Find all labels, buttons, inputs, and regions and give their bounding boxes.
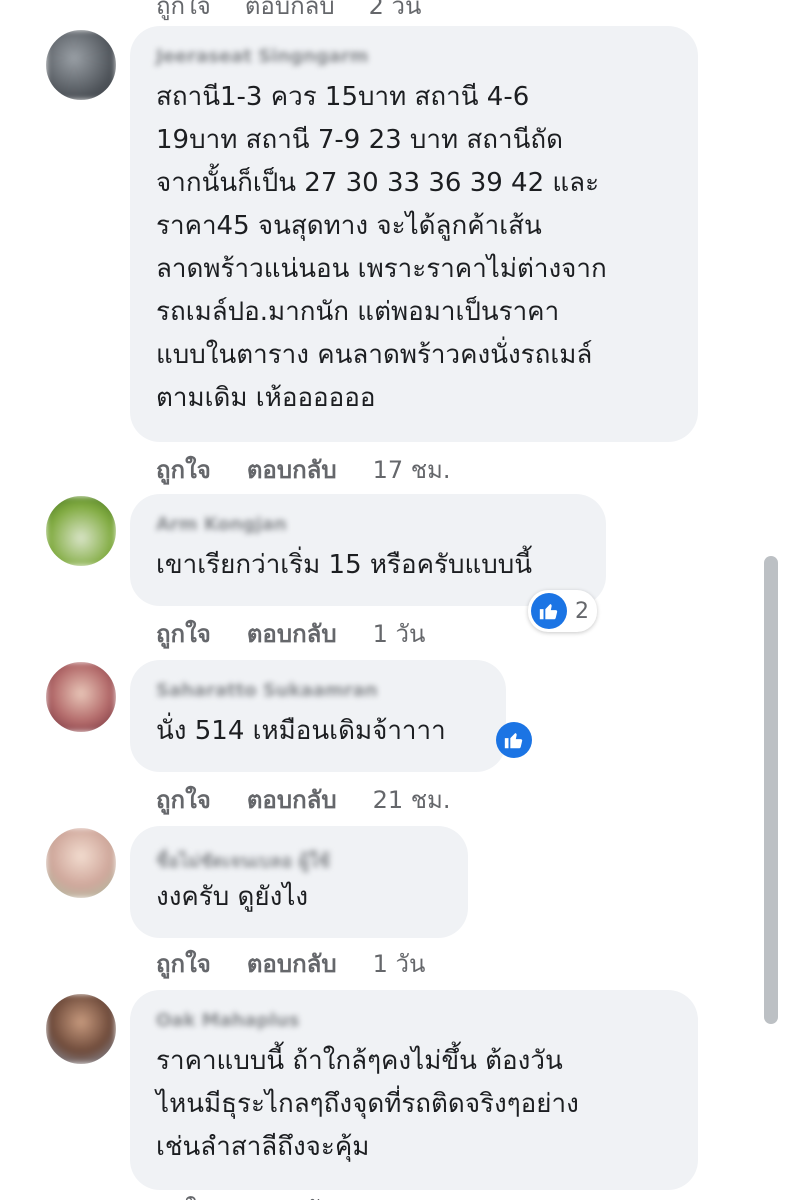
comment-bubble: Jeeraseat Singngarm สถานี1-3 ควร 15บาท ส…	[130, 26, 698, 442]
like-link[interactable]: ถูกใจ	[156, 1190, 211, 1200]
comment-time[interactable]: 1 วัน	[373, 614, 426, 653]
comment-time: 2 วัน	[368, 0, 422, 20]
comment-text: สถานี1-3 ควร 15บาท สถานี 4-6 19บาท สถานี…	[156, 76, 672, 420]
scrollbar-thumb[interactable]	[764, 556, 778, 1024]
comment-time[interactable]: 21 ชม.	[373, 780, 451, 819]
thumbs-up-icon	[496, 722, 532, 758]
like-link[interactable]: ถูกใจ	[156, 0, 211, 20]
avatar[interactable]	[46, 496, 116, 566]
comment-author[interactable]: Arm Kongjan	[156, 514, 580, 536]
like-link[interactable]: ถูกใจ	[156, 614, 211, 653]
reaction-summary[interactable]: 2	[528, 590, 597, 632]
comment-bubble: ชื่อไม่ชัดเจนเบลอ ผู้ใช้ งงครับ ดูยังไง	[130, 826, 468, 938]
avatar[interactable]	[46, 994, 116, 1064]
comment-text-line: แบบในตาราง คนลาดพร้าวคงนั่งรถเมล์	[156, 340, 593, 370]
comment-text: ราคาแบบนี้ ถ้าใกล้ๆคงไม่ขึ้น ต้องวัน ไหน…	[156, 1040, 672, 1169]
comment-text-line: ราคาแบบนี้ ถ้าใกล้ๆคงไม่ขึ้น ต้องวัน	[156, 1046, 563, 1076]
comment-text-line: งงครับ ดูยังไง	[156, 882, 309, 912]
comment-actions: ถูกใจ ตอบกลับ 17 ชม.	[156, 450, 450, 489]
comment-text-line: เขาเรียกว่าเริ่ม 15 หรือครับแบบนี้	[156, 550, 533, 580]
thumbs-up-icon	[531, 593, 567, 629]
comment-text-line: เช่นลำสาลีถึงจะคุ้ม	[156, 1132, 370, 1162]
top-partial-actions: ถูกใจ ตอบกลับ 2 วัน	[156, 0, 422, 20]
comment-text: นั่ง 514 เหมือนเดิมจ้าาาา	[156, 710, 480, 753]
comment-time[interactable]: 17 ชม.	[373, 450, 451, 489]
reply-link[interactable]: ตอบกลับ	[247, 944, 337, 983]
like-link[interactable]: ถูกใจ	[156, 780, 211, 819]
reaction-summary[interactable]	[496, 722, 532, 758]
reply-link[interactable]: ตอบกลับ	[245, 0, 335, 20]
comment-text-line: ไหนมีธุระไกลๆถึงจุดที่รถติดจริงๆอย่าง	[156, 1089, 579, 1119]
comment-author[interactable]: Jeeraseat Singngarm	[156, 46, 672, 68]
like-link[interactable]: ถูกใจ	[156, 450, 211, 489]
comment-actions: ถูกใจ ตอบกลับ 21 ชม.	[156, 780, 450, 819]
comment-text-line: นั่ง 514 เหมือนเดิมจ้าาาา	[156, 716, 446, 746]
comment-bubble: Saharatto Sukaamran นั่ง 514 เหมือนเดิมจ…	[130, 660, 506, 772]
reply-link[interactable]: ตอบกลับ	[245, 1190, 335, 1200]
avatar[interactable]	[46, 662, 116, 732]
comment-time[interactable]: 1 วัน	[373, 944, 426, 983]
reaction-count: 2	[575, 598, 589, 624]
comment-text: งงครับ ดูยังไง	[156, 876, 442, 919]
comment-text-line: 19บาท สถานี 7-9 23 บาท สถานีถัด	[156, 125, 564, 155]
reply-link[interactable]: ตอบกลับ	[247, 780, 337, 819]
reply-link[interactable]: ตอบกลับ	[247, 450, 337, 489]
avatar[interactable]	[46, 828, 116, 898]
comment-author[interactable]: Saharatto Sukaamran	[156, 680, 480, 702]
reply-link[interactable]: ตอบกลับ	[247, 614, 337, 653]
comment-text-line: ตามเดิม เห้ออออออ	[156, 383, 376, 413]
comment-actions: ถูกใจ ตอบกลับ 1 วัน	[156, 944, 425, 983]
comment-text-line: รถเมล์ปอ.มากนัก แต่พอมาเป็นราคา	[156, 297, 560, 327]
comment-bubble: Arm Kongjan เขาเรียกว่าเริ่ม 15 หรือครับ…	[130, 494, 606, 606]
comment-text-line: จากนั้นก็เป็น 27 30 33 36 39 42 และ	[156, 168, 600, 198]
comment-text: เขาเรียกว่าเริ่ม 15 หรือครับแบบนี้	[156, 544, 580, 587]
comment-author[interactable]: Oak Mahaplus	[156, 1010, 672, 1032]
comment-text-line: ราคา45 จนสุดทาง จะได้ลูกค้าเส้น	[156, 211, 542, 241]
comment-text-line: สถานี1-3 ควร 15บาท สถานี 4-6	[156, 82, 530, 112]
bottom-partial-actions: ถูกใจ ตอบกลับ	[156, 1190, 335, 1200]
like-link[interactable]: ถูกใจ	[156, 944, 211, 983]
avatar[interactable]	[46, 30, 116, 100]
comment-bubble: Oak Mahaplus ราคาแบบนี้ ถ้าใกล้ๆคงไม่ขึ้…	[130, 990, 698, 1190]
comment-author[interactable]: ชื่อไม่ชัดเจนเบลอ ผู้ใช้	[156, 846, 442, 872]
comment-actions: ถูกใจ ตอบกลับ 1 วัน	[156, 614, 425, 653]
comment-text-line: ลาดพร้าวแน่นอน เพราะราคาไม่ต่างจาก	[156, 254, 607, 284]
